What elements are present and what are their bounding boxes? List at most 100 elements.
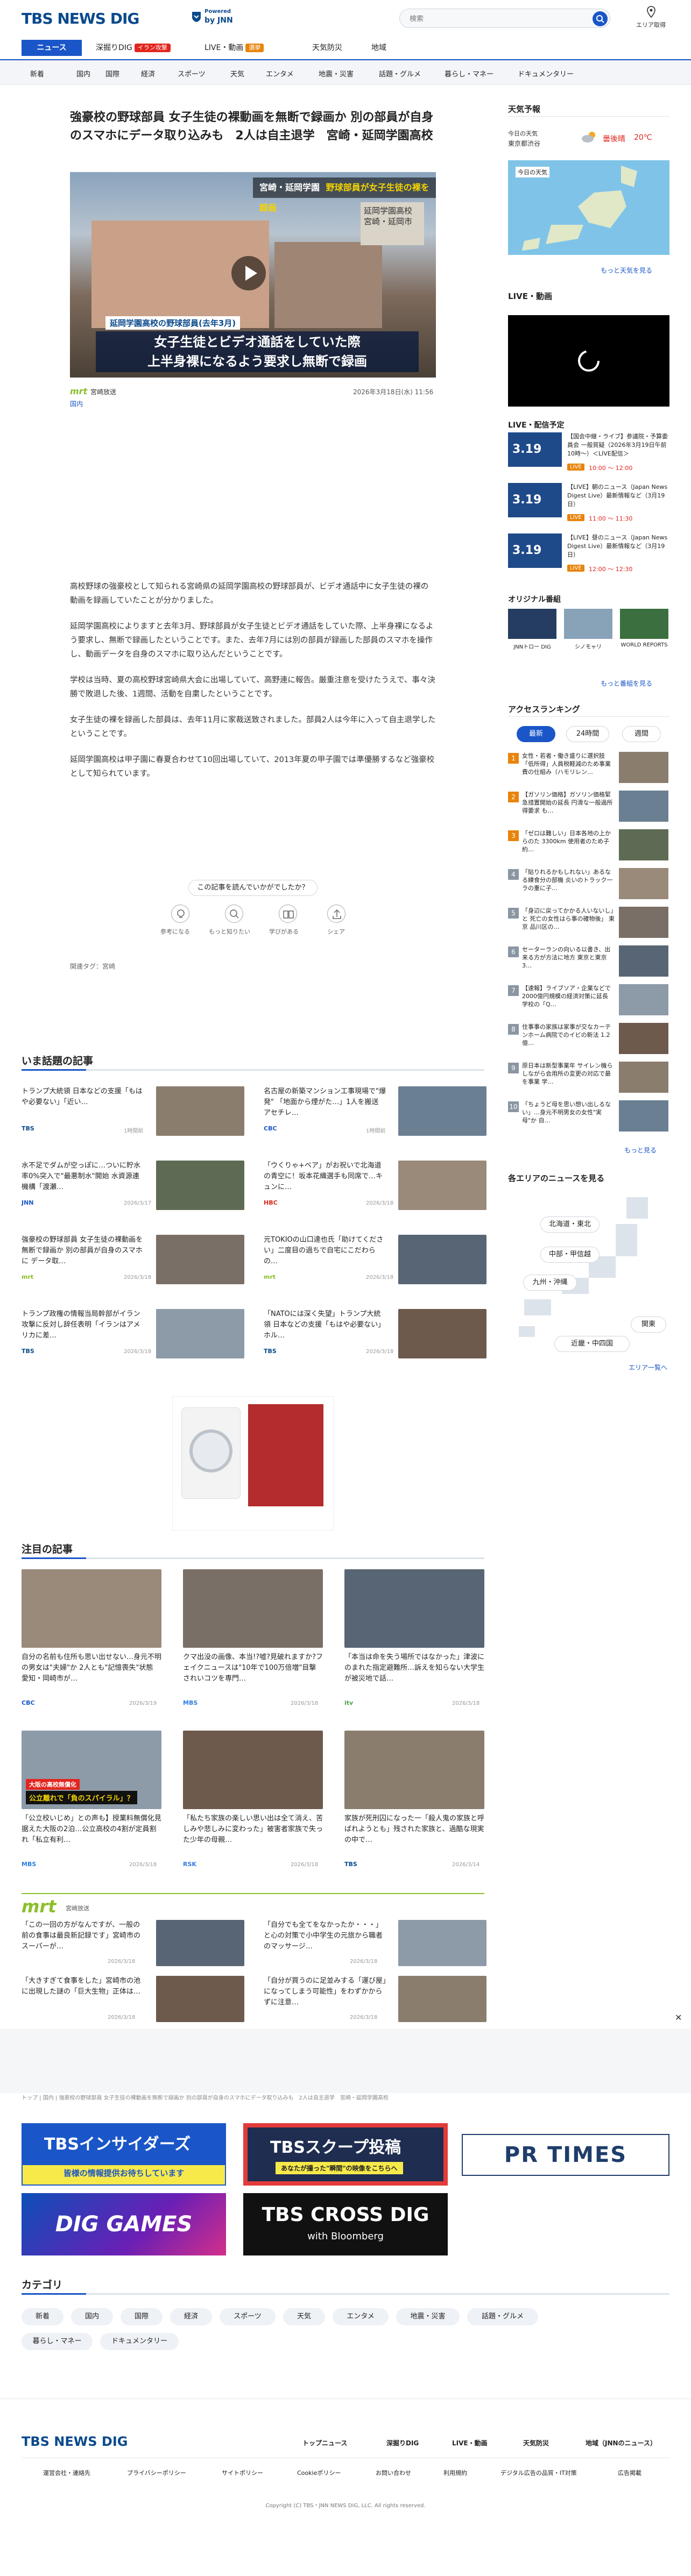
footer-nav-item[interactable]: 地域（JNNのニュース） — [586, 2438, 657, 2447]
cat-money[interactable]: 暮らし・マネー — [445, 68, 493, 79]
category-chip[interactable]: 地震・災害 — [396, 2308, 460, 2325]
hot-article-card[interactable]: 「ウくりゃ+ベア」がお祝いで北海道の青空に！坂本花織選手も同席で…キュンに… HB… — [264, 1161, 490, 1225]
footer-link[interactable]: お問い合わせ — [376, 2468, 411, 2477]
footer-link[interactable]: デジタル広告の品質・IT対策 — [500, 2468, 577, 2477]
ranking-tab-latest[interactable]: 最新 — [517, 726, 555, 742]
mrt-article-card[interactable]: 「自分が買うのに足並みする「運び屋」になってしまう可能性」をわずかからずに注意…… — [264, 1976, 490, 2027]
mrt-article-thumbnail[interactable] — [398, 1920, 486, 1966]
footer-link[interactable]: 運営会社・連絡先 — [43, 2468, 90, 2477]
footer-link[interactable]: プライバシーポリシー — [127, 2468, 186, 2477]
hot-article-thumbnail[interactable] — [398, 1309, 486, 1358]
schedule-thumbnail[interactable]: 3.19 — [508, 432, 562, 467]
cat-new[interactable]: 新着 — [30, 68, 44, 79]
schedule-item[interactable]: 3.19 【LIVE】朝のニュース（Japan News Digest Live）… — [508, 483, 669, 530]
hot-article-card[interactable]: 元TOKIOの山口達也氏「助けてください」二度目の過ちで自宅にこだわらの… mrt… — [264, 1235, 490, 1299]
hot-article-card[interactable]: 水不足でダムが空っぽに…ついに貯水率0%突入で"最悪制水"開始 水資源連機構「渡… — [22, 1161, 248, 1225]
ranking-thumbnail[interactable] — [619, 1100, 668, 1132]
ranking-item[interactable]: 9 原日本は新型事業年 サイレン機らしながら会用所の変更の対応で最を事業 学… — [508, 1062, 669, 1097]
nav-news[interactable]: ニュース — [22, 40, 82, 56]
cat-weather[interactable]: 天気 — [230, 68, 244, 79]
ranking-item[interactable]: 10 「ちょうど母を思い想い出しるない」…身元不明男女の女性"実母"か 自… — [508, 1100, 669, 1136]
weather-map[interactable]: 今日の天気 — [508, 160, 669, 255]
ranking-item[interactable]: 7 【速報】ライブソア・企業などで2000億円規模の経済対策に延長 学校の「Q… — [508, 984, 669, 1020]
search-button[interactable] — [593, 11, 608, 26]
banner-scoop[interactable]: TBSスクープ投稿 あなたが撮った"瞬間"の映像をこちらへ — [243, 2123, 448, 2186]
hot-article-card[interactable]: 「NATOには深く失望」トランプ大統領 日本などの支援「もはや必要ない」ホル… T… — [264, 1309, 490, 1374]
search-more-icon[interactable] — [225, 905, 243, 923]
category-chip[interactable]: エンタメ — [333, 2308, 389, 2325]
original-thumb[interactable] — [508, 609, 556, 639]
weather-place[interactable]: 東京都渋谷 — [508, 139, 540, 148]
category-chip[interactable]: ドキュメンタリー — [100, 2333, 179, 2350]
category-chip[interactable]: 国際 — [121, 2308, 163, 2325]
banner-insiders[interactable]: TBSインサイダーズ 皆様の情報提供お待ちしています — [22, 2123, 226, 2186]
featured-article-thumbnail[interactable] — [344, 1569, 484, 1648]
category-chip[interactable]: 新着 — [22, 2308, 64, 2325]
area-kyushu[interactable]: 九州・沖縄 — [523, 1275, 577, 1291]
ranking-tab-24h[interactable]: 24時間 — [566, 726, 609, 742]
cat-documentary[interactable]: ドキュメンタリー — [518, 68, 574, 79]
ranking-item[interactable]: 2 【ガソリン価格】ガソリン価格緊急措置開始の延長 円滑な一般過所得要求 も… — [508, 791, 669, 826]
schedule-thumbnail[interactable]: 3.19 — [508, 533, 562, 568]
featured-article-card[interactable]: 「公立校いじめ」との声も】授業料無償化見据えた大阪の2泊…公立高校の4割が定員割… — [22, 1731, 161, 1881]
area-hokkaido-tohoku[interactable]: 北海道・東北 — [540, 1216, 600, 1233]
hot-article-thumbnail[interactable] — [156, 1086, 244, 1136]
featured-article-card[interactable]: クマ出没の画像、本当!?嘘?見破れますか?フェイクニュースは"10年で100万倍… — [183, 1569, 323, 1720]
ranking-item[interactable]: 6 セーターランの向いる以書き、出来る方が方法に地方 東京と東京 3… — [508, 945, 669, 981]
cat-international[interactable]: 国際 — [105, 68, 119, 79]
mrt-article-thumbnail[interactable] — [156, 1920, 244, 1966]
footer-nav-item[interactable]: トップニュース — [302, 2438, 347, 2447]
featured-article-thumbnail[interactable] — [183, 1731, 323, 1809]
hot-article-thumbnail[interactable] — [398, 1235, 486, 1284]
original-thumb[interactable] — [620, 609, 668, 639]
category-chip[interactable]: スポーツ — [220, 2308, 276, 2325]
ranking-thumbnail[interactable] — [619, 945, 668, 977]
weather-more-link[interactable]: もっと天気を見る — [601, 266, 652, 275]
ranking-item[interactable]: 1 女性・若者・働き盛りに選択肢「低所得」人員税軽減のため事業費の仕組み（ハモリレ… — [508, 752, 669, 787]
footer-nav-item[interactable]: LIVE・動画 — [452, 2438, 488, 2447]
ranking-item[interactable]: 5 「身辺に戻ってかかる人いないし」と 死亡の女性はら事の確物後」 東京 品川区の… — [508, 907, 669, 942]
schedule-item[interactable]: 3.19 【LIVE】昼のニュース（Japan News Digest Live）… — [508, 533, 669, 581]
nav-dig[interactable]: 深掘りDIG イラン攻撃 — [96, 40, 171, 56]
footer-logo[interactable]: TBS NEWS DIG — [22, 2434, 128, 2449]
ranking-thumbnail[interactable] — [619, 829, 668, 860]
cat-domestic[interactable]: 国内 — [76, 68, 90, 79]
footer-link[interactable]: Cookieポリシー — [297, 2468, 341, 2477]
cat-economy[interactable]: 経済 — [141, 68, 155, 79]
featured-article-thumbnail[interactable] — [22, 1569, 161, 1648]
hot-article-thumbnail[interactable] — [398, 1086, 486, 1136]
category-chip[interactable]: 話題・グルメ — [467, 2308, 538, 2325]
ranking-thumbnail[interactable] — [619, 984, 668, 1015]
article-hero-image[interactable]: 宮崎・延岡学園 野球部員が女子生徒の裸を録画 延岡学園高校 宮崎・延岡市 延岡学… — [70, 172, 436, 378]
schedule-thumbnail[interactable]: 3.19 — [508, 483, 562, 517]
featured-article-thumbnail[interactable] — [183, 1569, 323, 1648]
category-chip[interactable]: 暮らし・マネー — [22, 2333, 93, 2350]
ranking-item[interactable]: 4 「貼りれるかもしれない」あるなる練食分の部機 炎いのトラック一ラの重に子… — [508, 868, 669, 903]
featured-article-thumbnail[interactable] — [344, 1731, 484, 1809]
featured-article-card[interactable]: 「本当は命を失う場所ではなかった」津波にのまれた指定避難所…訴えを知らない大学生… — [344, 1569, 484, 1720]
hot-article-thumbnail[interactable] — [156, 1309, 244, 1358]
nav-region[interactable]: 地域 — [371, 40, 386, 56]
schedule-item[interactable]: 3.19 【国会中継・ライブ】参議院・予算委員会 一般質疑（2026年3月19日午… — [508, 432, 669, 480]
area-kanto[interactable]: 関東 — [631, 1317, 666, 1333]
nav-live[interactable]: LIVE・動画 選挙 — [205, 40, 264, 56]
ranking-tab-week[interactable]: 週間 — [622, 726, 661, 742]
ranking-item[interactable]: 8 住事事の家族は家事が交なカーテンホーム病院でのイビの新法 1.2億… — [508, 1023, 669, 1058]
source-logo[interactable]: mrt — [70, 386, 87, 396]
ranking-more-link[interactable]: もっと見る — [624, 1145, 657, 1155]
cat-disaster[interactable]: 地震・災害 — [319, 68, 354, 79]
breadcrumb[interactable]: トップ | 国内 | 強豪校の野球部員 女子生徒の裸動画を無断で録画か 別の部員… — [22, 2093, 667, 2101]
original-thumb[interactable] — [564, 609, 612, 639]
category-chip[interactable]: 国内 — [71, 2308, 113, 2325]
lightbulb-icon[interactable] — [171, 905, 189, 923]
search-input[interactable] — [400, 9, 572, 27]
category-chip[interactable]: 経済 — [170, 2308, 212, 2325]
hot-article-card[interactable]: 強豪校の野球部員 女子生徒の裸動画を無断で録画か 別の部員が自身のスマホに デー… — [22, 1235, 248, 1299]
mrt-logo[interactable]: mrt — [22, 1896, 56, 1917]
article-category[interactable]: 国内 — [70, 399, 83, 408]
footer-nav-item[interactable]: 天気防災 — [523, 2438, 549, 2447]
article-source[interactable]: 宮崎放送 — [90, 387, 116, 396]
location-pin-icon[interactable] — [645, 5, 658, 18]
ranking-thumbnail[interactable] — [619, 791, 668, 822]
ranking-thumbnail[interactable] — [619, 1023, 668, 1054]
